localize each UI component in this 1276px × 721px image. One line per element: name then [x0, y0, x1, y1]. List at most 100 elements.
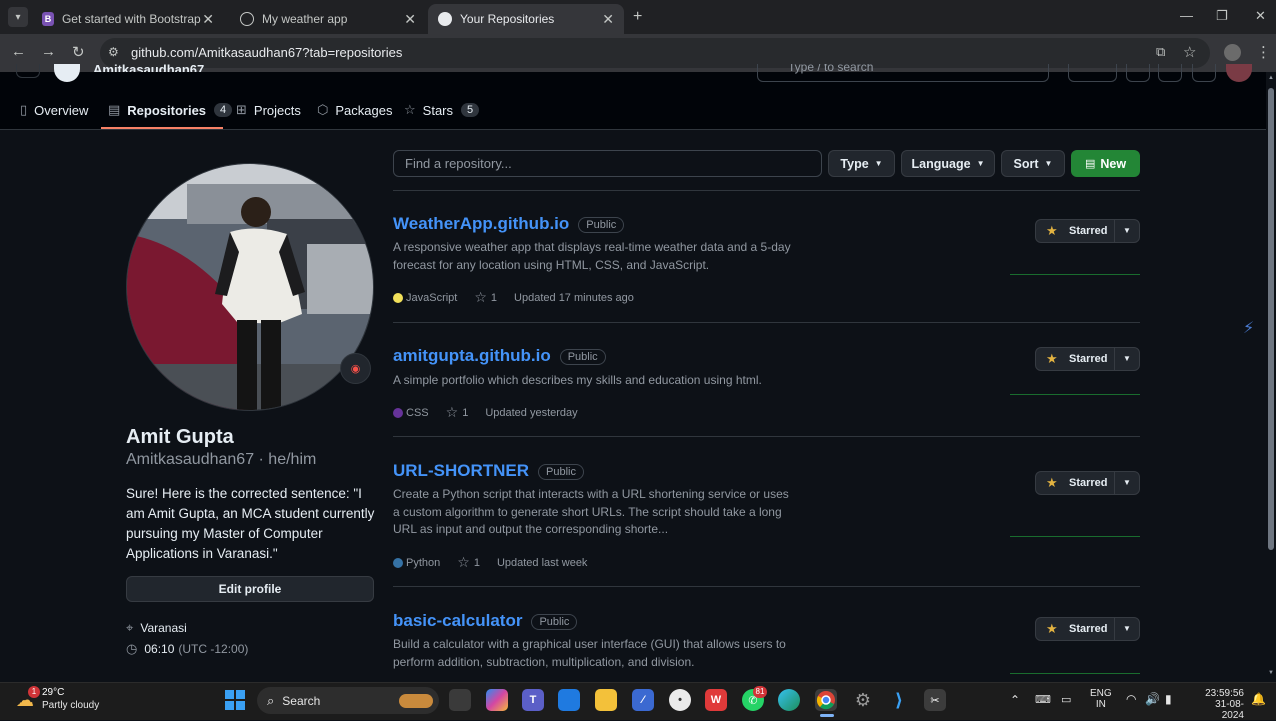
repo-name[interactable]: URL-SHORTNER: [393, 461, 529, 480]
tab-overview[interactable]: ▯ Overview: [20, 102, 88, 118]
copilot-icon[interactable]: [486, 689, 508, 711]
profile-avatar-icon[interactable]: [1224, 44, 1241, 61]
volume-icon[interactable]: 🔊: [1145, 692, 1160, 706]
repo-description: Create a Python script that interacts wi…: [393, 487, 789, 536]
language-indicator[interactable]: ENG IN: [1090, 688, 1112, 710]
tab-repositories[interactable]: ▤ Repositories 4: [108, 102, 233, 118]
window-close-icon[interactable]: ✕: [1255, 8, 1266, 24]
snipping-tool-icon[interactable]: ✂: [924, 689, 946, 711]
tab-weather[interactable]: My weather app ✕: [230, 4, 426, 34]
clock-icon: ◷: [126, 641, 138, 656]
github-logo-icon[interactable]: [54, 64, 80, 82]
settings-gear-icon[interactable]: ⚙: [852, 689, 874, 711]
star-icon[interactable]: ☆: [457, 554, 470, 571]
starred-button[interactable]: ★ Starred ▼: [1035, 471, 1140, 495]
repo-name[interactable]: amitgupta.github.io: [393, 346, 551, 365]
tab-bootstrap[interactable]: B Get started with Bootstrap · Bo ✕: [32, 4, 224, 34]
tab-repositories[interactable]: Your Repositories ✕: [428, 4, 624, 34]
bookmark-star-icon[interactable]: ☆: [1183, 43, 1196, 61]
starred-button[interactable]: ★ Starred ▼: [1035, 219, 1140, 243]
notification-bell-icon[interactable]: 🔔: [1251, 692, 1266, 706]
battery-icon[interactable]: ▮: [1165, 692, 1172, 706]
whiteboard-app-icon[interactable]: ⁄: [632, 689, 654, 711]
edit-profile-button[interactable]: Edit profile: [126, 576, 374, 602]
repo-name-link[interactable]: URL-SHORTNER Public: [393, 461, 584, 481]
pull-requests-icon[interactable]: [1158, 64, 1182, 82]
type-filter-button[interactable]: Type ▼: [828, 150, 895, 177]
inbox-icon[interactable]: [1192, 64, 1216, 82]
close-icon[interactable]: ✕: [602, 11, 614, 28]
file-explorer-icon[interactable]: [595, 689, 617, 711]
microsoft-store-icon[interactable]: [558, 689, 580, 711]
header-username[interactable]: Amitkasaudhan67: [93, 64, 204, 72]
task-view-icon[interactable]: [449, 689, 471, 711]
taskbar-search[interactable]: ⌕ Search: [257, 687, 439, 714]
starred-button[interactable]: ★ Starred ▼: [1035, 347, 1140, 371]
page-scrollbar-thumb[interactable]: [1268, 88, 1274, 550]
star-icon[interactable]: ☆: [446, 404, 459, 421]
close-icon[interactable]: ✕: [404, 11, 416, 28]
menu-dots-icon[interactable]: ⋮: [1256, 43, 1271, 61]
tab-stars[interactable]: ☆ Stars 5: [404, 102, 480, 118]
chevron-down-icon[interactable]: ▼: [1123, 354, 1131, 363]
scroll-up-arrow-icon[interactable]: ▲: [1268, 75, 1274, 81]
extension-floating-icon[interactable]: ⚡: [1243, 318, 1261, 338]
new-repository-button[interactable]: ▤ New: [1071, 150, 1140, 177]
display-icon[interactable]: ▭: [1061, 693, 1071, 706]
wifi-icon[interactable]: ◠: [1126, 692, 1136, 706]
clock[interactable]: 23:59:56 31-08-2024: [1196, 688, 1244, 721]
forward-arrow-icon[interactable]: →: [41, 43, 56, 60]
minimize-icon[interactable]: —: [1180, 8, 1193, 23]
repo-name[interactable]: basic-calculator: [393, 611, 522, 630]
starred-button[interactable]: ★ Starred ▼: [1035, 617, 1140, 641]
show-hidden-icons-chevron[interactable]: ⌃: [1010, 693, 1020, 707]
tab-search-button[interactable]: ▾: [8, 7, 28, 27]
weather-widget[interactable]: ☁ 1 29°C Partly cloudy: [14, 686, 124, 716]
tab-projects[interactable]: ⊞ Projects: [236, 102, 301, 118]
repo-stars-count[interactable]: 1: [462, 407, 468, 419]
hamburger-menu-icon[interactable]: [16, 64, 40, 78]
issues-icon[interactable]: [1126, 64, 1150, 82]
vscode-icon[interactable]: ⟩: [888, 689, 910, 711]
back-arrow-icon[interactable]: ←: [11, 43, 26, 60]
language-color-dot: [393, 292, 403, 303]
header-search-input[interactable]: Type / to search: [757, 64, 1049, 82]
repo-stars-count[interactable]: 1: [474, 557, 480, 569]
wps-office-icon[interactable]: W: [705, 689, 727, 711]
table-icon: ⊞: [236, 102, 247, 117]
repo-name[interactable]: WeatherApp.github.io: [393, 214, 569, 233]
user-avatar[interactable]: [1226, 64, 1252, 82]
repo-stars-count[interactable]: 1: [491, 292, 497, 304]
chrome-icon[interactable]: [815, 689, 837, 711]
sort-button[interactable]: Sort ▼: [1001, 150, 1065, 177]
chevron-down-icon[interactable]: ▼: [1123, 624, 1131, 633]
chevron-down-icon[interactable]: ▼: [1123, 478, 1131, 487]
teams-icon[interactable]: T: [522, 689, 544, 711]
create-new-button[interactable]: [1068, 64, 1117, 82]
close-icon[interactable]: ✕: [202, 11, 214, 28]
set-status-emoji-icon[interactable]: ◉: [340, 353, 371, 384]
profile-avatar[interactable]: [126, 163, 374, 411]
edge-icon[interactable]: [778, 689, 800, 711]
install-app-icon[interactable]: ⧉: [1156, 44, 1165, 60]
media-app-icon[interactable]: •: [669, 689, 691, 711]
chevron-down-icon[interactable]: ▼: [1123, 226, 1131, 235]
repo-name-link[interactable]: amitgupta.github.io Public: [393, 346, 606, 366]
repo-name-link[interactable]: basic-calculator Public: [393, 611, 578, 631]
keyboard-icon[interactable]: ⌨: [1035, 693, 1051, 706]
windows-start-icon[interactable]: [224, 689, 246, 711]
profile-photo: [127, 164, 373, 410]
repo-meta: Python ☆ 1 Updated last week: [393, 554, 587, 571]
new-tab-plus-icon[interactable]: +: [633, 8, 642, 26]
language-filter-button[interactable]: Language ▼: [901, 150, 995, 177]
tab-packages[interactable]: ⬡ Packages: [317, 102, 392, 118]
maximize-icon[interactable]: ❐: [1216, 8, 1228, 24]
find-repository-input[interactable]: Find a repository...: [393, 150, 822, 177]
site-settings-icon[interactable]: ⚙: [108, 45, 119, 59]
star-icon[interactable]: ☆: [474, 289, 487, 306]
tab-packages-label: Packages: [335, 102, 393, 118]
repo-name-link[interactable]: WeatherApp.github.io Public: [393, 214, 625, 234]
chevron-down-icon: ▼: [1044, 159, 1053, 168]
scroll-down-arrow-icon[interactable]: ▼: [1268, 670, 1274, 676]
reload-icon[interactable]: ↻: [72, 43, 85, 61]
